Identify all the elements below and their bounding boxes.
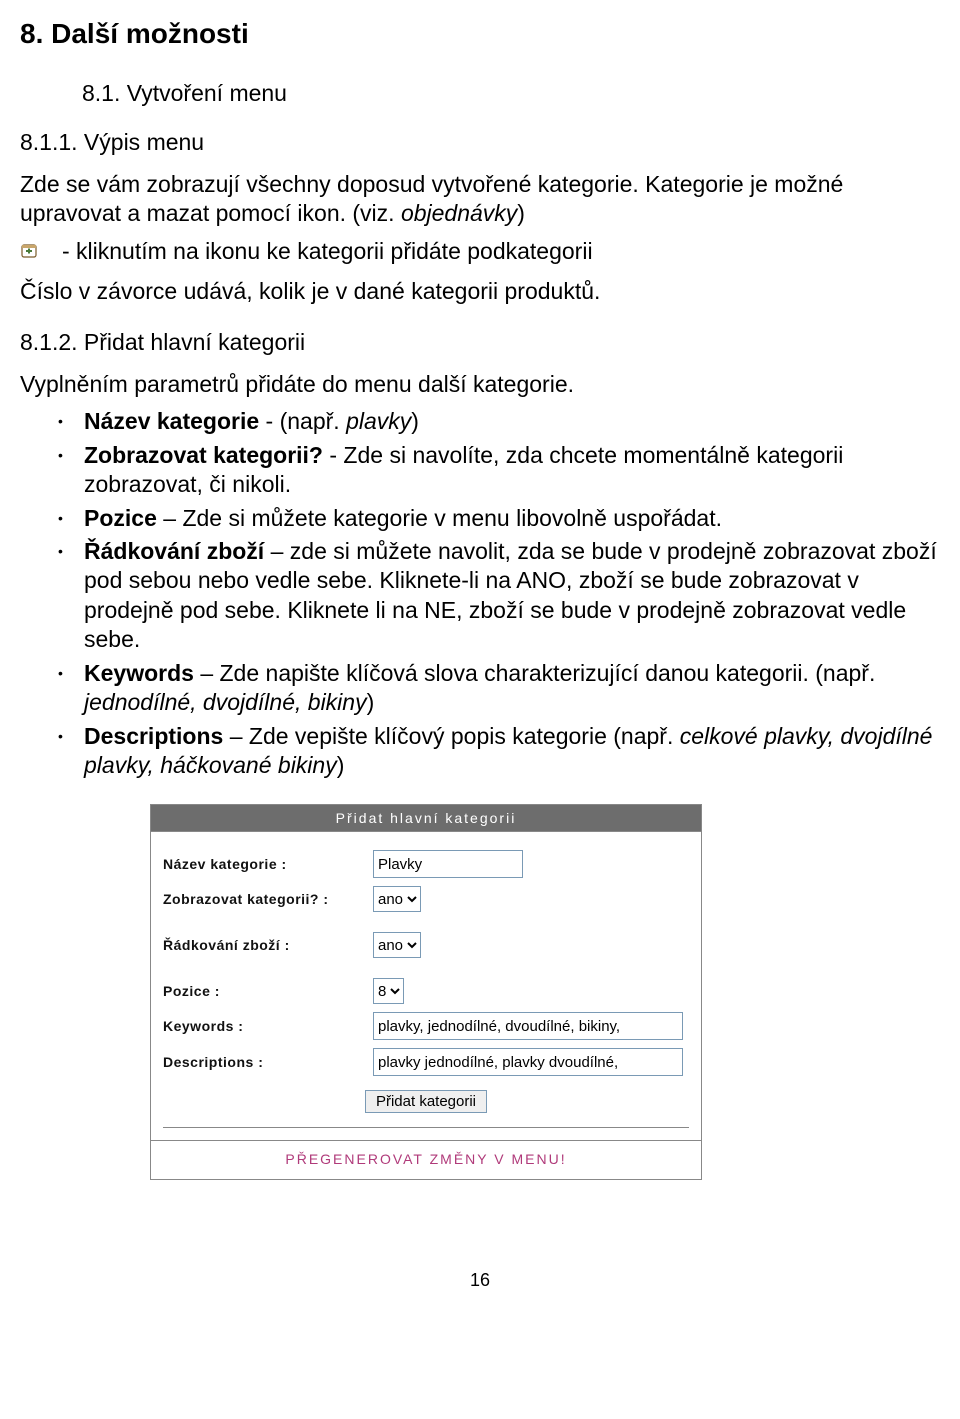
list-item: Zobrazovat kategorii? - Zde si navolíte,… <box>52 441 940 500</box>
param-name: Descriptions <box>84 723 223 749</box>
param-name: Název kategorie <box>84 408 259 434</box>
input-descriptions[interactable] <box>373 1048 683 1076</box>
param-name: Pozice <box>84 505 157 531</box>
submit-button[interactable]: Přidat kategorii <box>365 1090 487 1113</box>
list-item: Řádkování zboží – zde si můžete navolit,… <box>52 537 940 655</box>
form-row-keywords: Keywords : <box>163 1012 689 1040</box>
add-category-form: Přidat hlavní kategorii Název kategorie … <box>150 804 702 1180</box>
label-keywords: Keywords : <box>163 1018 373 1034</box>
text: ) <box>337 752 345 778</box>
add-subcategory-icon <box>20 237 42 269</box>
select-pozice[interactable]: 8 <box>373 978 404 1004</box>
subsubsection-heading-1: 8.1.1. Výpis menu <box>20 129 940 156</box>
label-descriptions: Descriptions : <box>163 1054 373 1070</box>
paragraph-pridat: Vyplněním parametrů přidáte do menu dalš… <box>20 370 940 399</box>
text: ) <box>517 200 525 226</box>
subsection-heading: 8.1. Vytvoření menu <box>82 80 940 107</box>
text-italic: plavky <box>346 408 411 434</box>
form-row-descriptions: Descriptions : <box>163 1048 689 1076</box>
label-radkovani: Řádkování zboží : <box>163 937 373 953</box>
list-item: Keywords – Zde napište klíčová slova cha… <box>52 659 940 718</box>
label-pozice: Pozice : <box>163 983 373 999</box>
form-body: Název kategorie : Zobrazovat kategorii? … <box>151 832 701 1127</box>
label-name: Název kategorie : <box>163 856 373 872</box>
text-italic: jednodílné, dvojdílné, bikiny <box>84 689 367 715</box>
select-show[interactable]: ano <box>373 886 421 912</box>
param-name: Zobrazovat kategorii? <box>84 442 323 468</box>
text: ) <box>367 689 375 715</box>
regen-row: PŘEGENEROVAT ZMĚNY V MENU! <box>151 1128 701 1179</box>
icon-bullet-line: - kliknutím na ikonu ke kategorii přidát… <box>20 237 940 269</box>
param-name: Řádkování zboží <box>84 538 264 564</box>
form-submit-row: Přidat kategorii <box>163 1084 689 1119</box>
form-row-show: Zobrazovat kategorii? : ano <box>163 886 689 912</box>
subsubsection-heading-2: 8.1.2. Přidat hlavní kategorii <box>20 329 940 356</box>
text: ) <box>411 408 419 434</box>
list-item: Descriptions – Zde vepište klíčový popis… <box>52 722 940 781</box>
text: – Zde si můžete kategorie v menu libovol… <box>157 505 722 531</box>
form-row-name: Název kategorie : <box>163 850 689 878</box>
regenerate-link[interactable]: PŘEGENEROVAT ZMĚNY V MENU! <box>151 1140 701 1167</box>
text: - (např. <box>259 408 346 434</box>
text: – Zde vepište klíčový popis kategorie (n… <box>223 723 679 749</box>
text-italic: objednávky <box>401 200 517 226</box>
parameter-list: Název kategorie - (např. plavky) Zobrazo… <box>20 407 940 780</box>
input-keywords[interactable] <box>373 1012 683 1040</box>
paragraph-vypis-1: Zde se vám zobrazují všechny doposud vyt… <box>20 170 940 229</box>
form-row-pozice: Pozice : 8 <box>163 978 689 1004</box>
section-heading: 8. Další možnosti <box>20 18 940 50</box>
paragraph-vypis-2: Číslo v závorce udává, kolik je v dané k… <box>20 277 940 306</box>
input-name[interactable] <box>373 850 523 878</box>
param-name: Keywords <box>84 660 194 686</box>
select-radkovani[interactable]: ano <box>373 932 421 958</box>
label-show: Zobrazovat kategorii? : <box>163 891 373 907</box>
list-item: Pozice – Zde si můžete kategorie v menu … <box>52 504 940 533</box>
page-number: 16 <box>20 1270 940 1291</box>
form-title: Přidat hlavní kategorii <box>151 805 701 832</box>
text: – Zde napište klíčová slova charakterizu… <box>194 660 875 686</box>
form-row-radkovani: Řádkování zboží : ano <box>163 932 689 958</box>
list-item: Název kategorie - (např. plavky) <box>52 407 940 436</box>
icon-line-text: - kliknutím na ikonu ke kategorii přidát… <box>62 237 593 266</box>
